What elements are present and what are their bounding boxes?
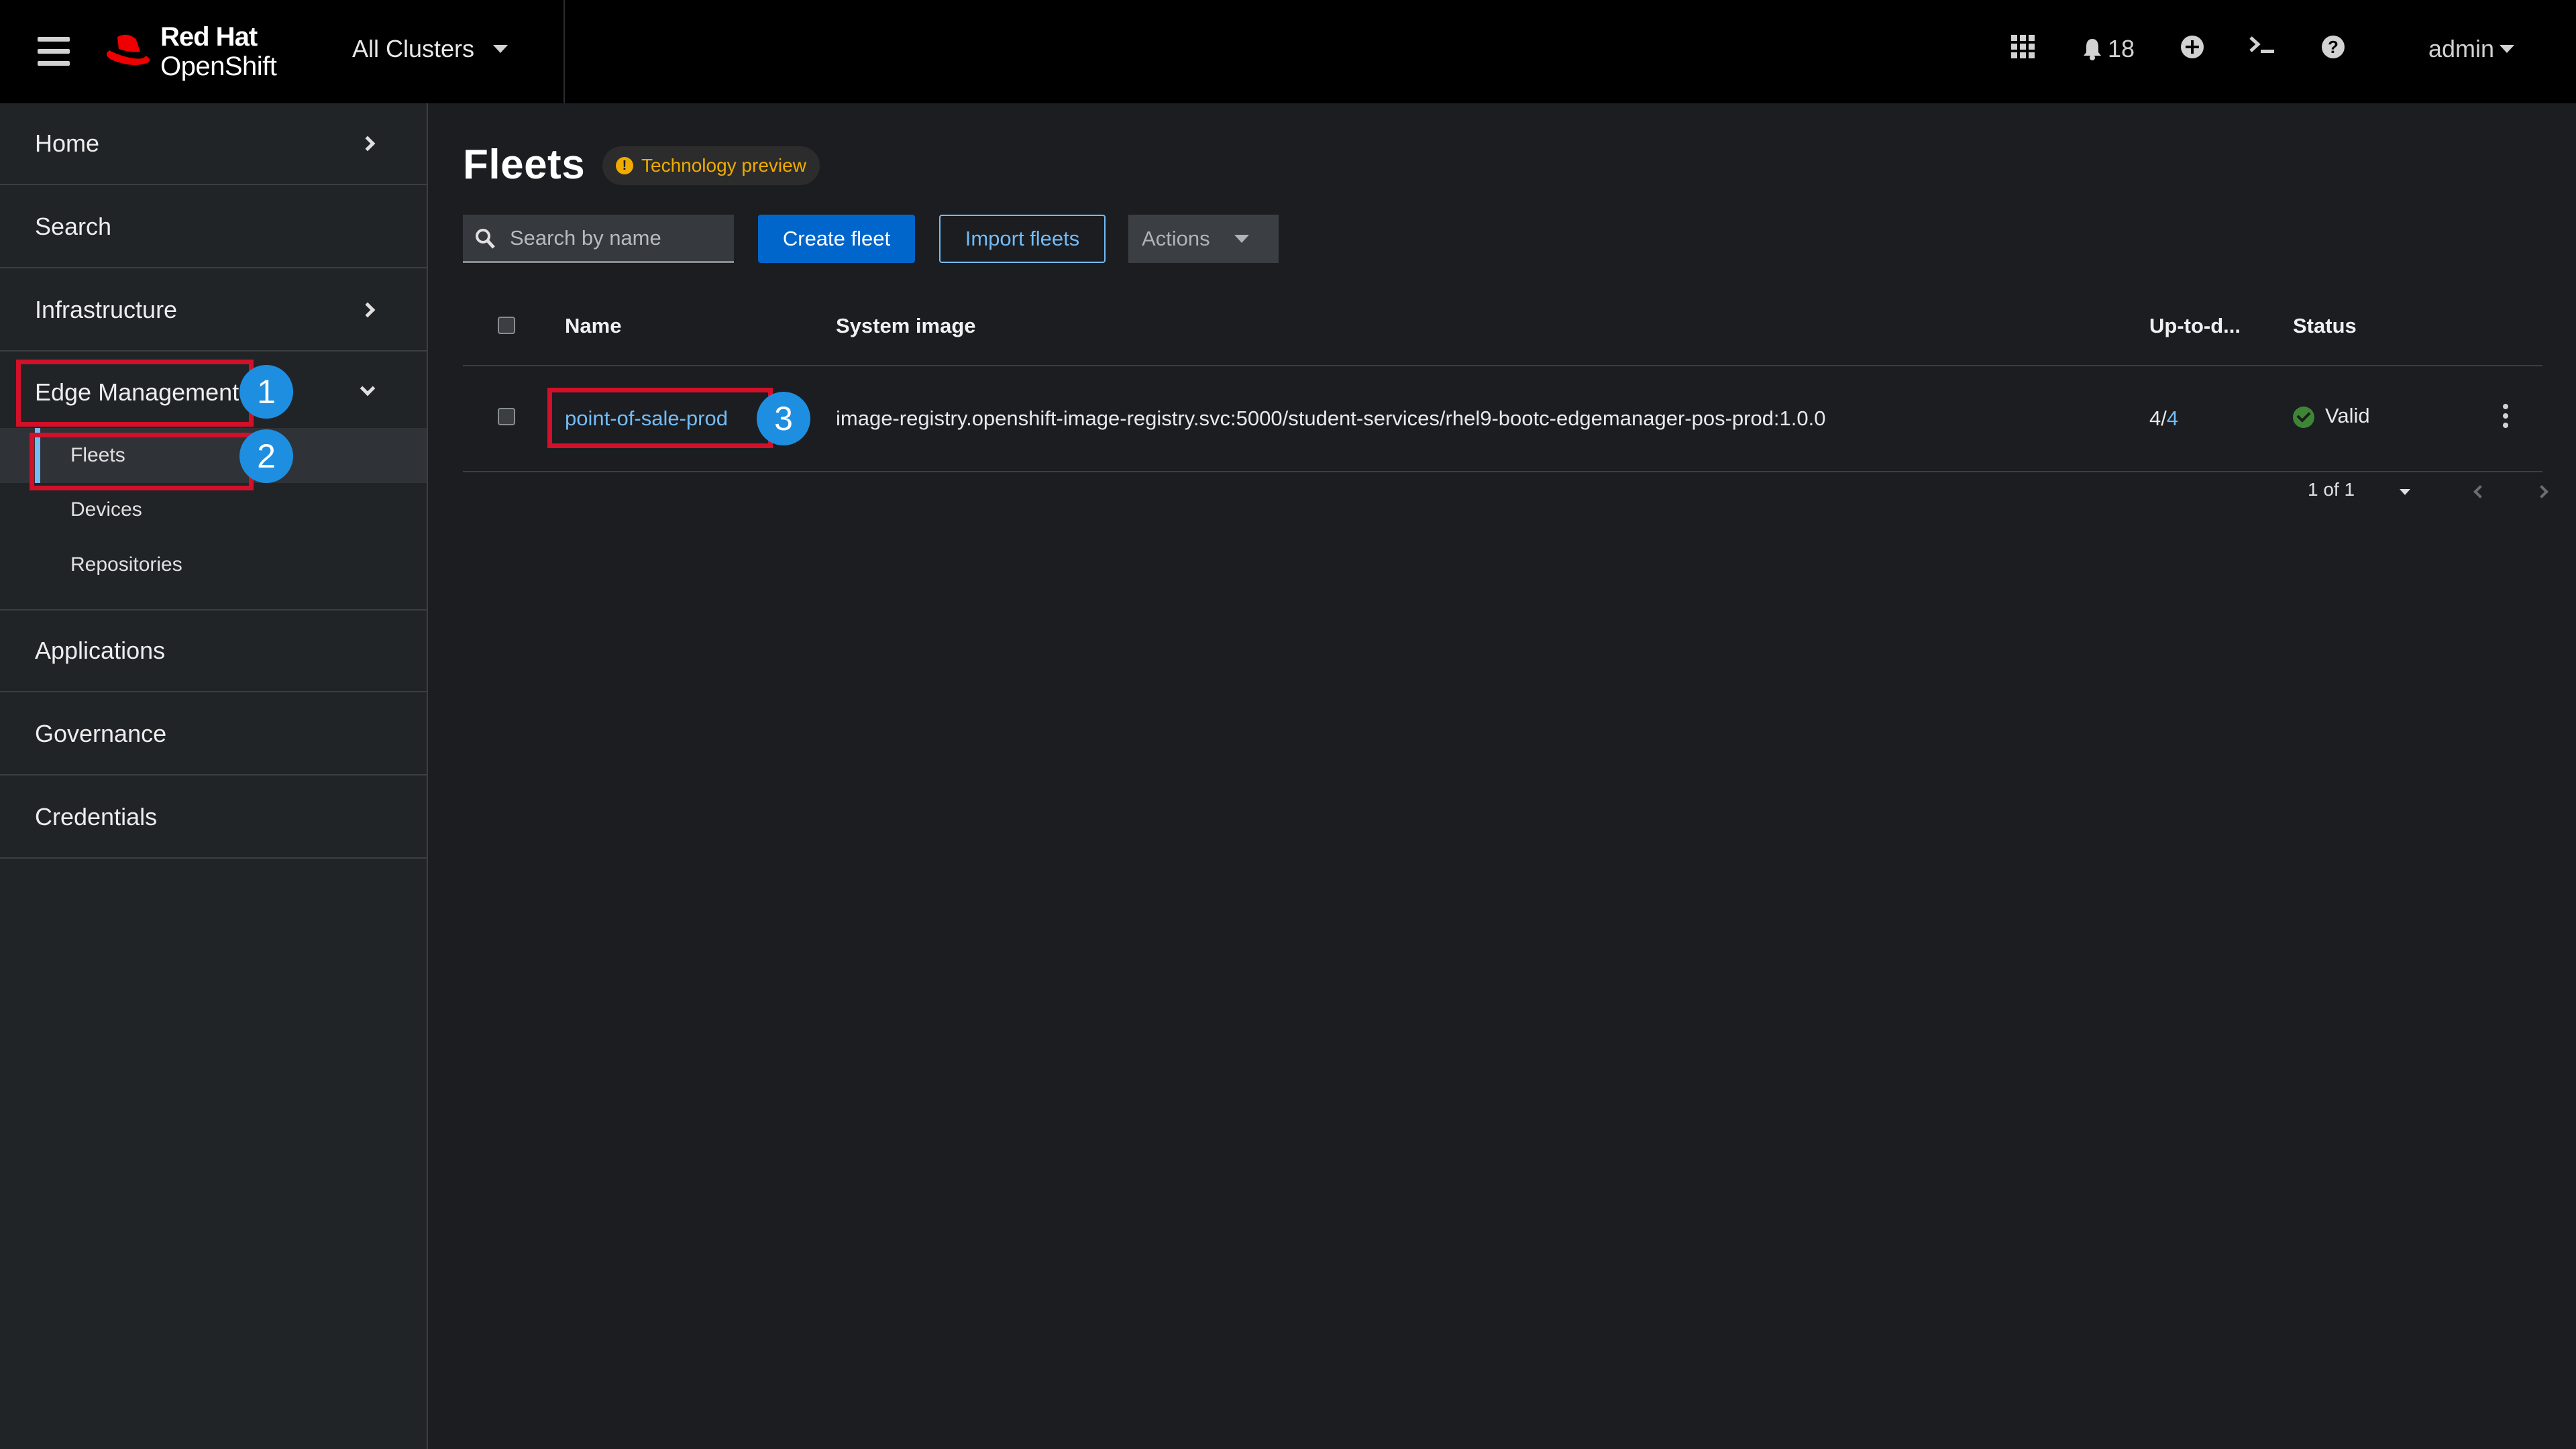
column-name[interactable]: Name [565,314,621,338]
search-input[interactable]: Search by name [463,215,734,263]
nav-applications-label: Applications [35,637,166,664]
annotation-badge-2: 2 [239,429,293,483]
nav-search-label: Search [35,213,112,240]
pagination-text[interactable]: 1 of 1 [2308,479,2355,500]
nav-edge-management-group: Edge Management Fleets Devices Repositor… [0,352,427,610]
check-circle-icon [2293,406,2314,428]
nav-home[interactable]: Home [0,103,427,185]
caret-down-icon [2500,45,2515,53]
nav-credentials[interactable]: Credentials [0,777,427,859]
fleet-status-text: Valid [2325,404,2370,427]
nav-devices[interactable]: Devices [0,482,427,537]
previous-page-icon[interactable] [2473,485,2487,498]
next-page-icon[interactable] [2535,485,2548,498]
help-button[interactable]: ? [2321,35,2345,59]
actions-label: Actions [1142,227,1210,250]
fleet-system-image: image-registry.openshift-image-registry.… [836,407,1826,430]
cluster-selector-label: All Clusters [352,35,475,62]
add-button[interactable] [2180,35,2204,59]
table-header: Name System image Up-to-d... Status [463,284,2542,366]
notifications-button[interactable]: 18 [2082,35,2135,63]
bell-icon [2084,39,2101,60]
nav-repositories-label: Repositories [70,553,182,576]
fleet-up-to-date: 4/4 [2149,407,2178,431]
user-name: admin [2428,35,2495,62]
chevron-down-icon [360,380,376,396]
page-title: Fleets [463,142,586,188]
search-placeholder: Search by name [510,225,661,250]
annotation-badge-1: 1 [239,365,293,419]
help-icon: ? [2322,36,2345,58]
nav-devices-label: Devices [70,498,142,521]
nav-credentials-label: Credentials [35,803,158,830]
column-status[interactable]: Status [2293,314,2357,338]
caret-down-icon [493,45,508,53]
nav-fleets[interactable]: Fleets [0,428,427,483]
notifications-count: 18 [2108,35,2135,62]
technology-preview-label: ! Technology preview [602,146,820,185]
terminal-button[interactable] [2249,35,2275,55]
nav-repositories[interactable]: Repositories [0,537,427,592]
create-fleet-button[interactable]: Create fleet [758,215,915,263]
column-system-image[interactable]: System image [836,314,976,338]
app-launcher-icon [2011,35,2035,58]
nav-infrastructure[interactable]: Infrastructure [0,270,427,352]
nav-fleets-label: Fleets [70,444,125,466]
user-menu[interactable]: admin [2428,35,2515,63]
svg-text:?: ? [2328,37,2339,57]
cluster-selector[interactable]: All Clusters [352,35,508,63]
brand-line1: Red Hat [160,22,258,52]
fleet-name-link[interactable]: point-of-sale-prod [565,407,728,431]
up-to-date-total-link[interactable]: 4 [2167,407,2178,430]
nav-applications[interactable]: Applications [0,610,427,692]
red-hat-logo-icon [106,34,150,65]
nav-governance-label: Governance [35,720,167,747]
chevron-right-icon [360,136,376,152]
caret-down-icon[interactable] [2400,489,2410,495]
masthead: Red Hat OpenShift All Clusters 18 ? admi… [0,0,2576,103]
menu-icon[interactable] [38,37,70,66]
row-checkbox[interactable] [498,408,515,425]
annotation-badge-3: 3 [757,392,810,445]
up-to-date-count: 4/ [2149,407,2167,430]
masthead-divider [564,0,565,103]
nav-home-label: Home [35,129,100,157]
nav-infrastructure-label: Infrastructure [35,296,178,323]
technology-preview-text: Technology preview [641,155,806,176]
caret-down-icon [1234,235,1249,243]
column-up-to-date[interactable]: Up-to-d... [2149,314,2241,338]
info-icon: ! [616,157,633,174]
row-kebab-menu-icon[interactable] [2502,404,2510,428]
nav-edge-management-label: Edge Management [35,378,239,406]
import-fleets-button[interactable]: Import fleets [939,215,1106,263]
app-launcher-button[interactable] [2011,35,2035,58]
fleet-status: Valid [2293,404,2370,428]
brand-line2: OpenShift [160,52,277,81]
search-icon [476,229,495,249]
sidebar: Home Search Infrastructure Edge Manageme… [0,103,428,1449]
brand-logo[interactable]: Red Hat OpenShift [104,21,277,82]
main-content: Fleets ! Technology preview Search by na… [429,103,2576,1449]
nav-governance[interactable]: Governance [0,694,427,775]
add-icon [2181,36,2204,58]
nav-edge-management[interactable]: Edge Management [0,352,427,433]
chevron-right-icon [360,302,376,318]
terminal-icon [2249,36,2274,53]
select-all-checkbox[interactable] [498,317,515,334]
nav-search[interactable]: Search [0,186,427,268]
actions-dropdown[interactable]: Actions [1128,215,1279,263]
